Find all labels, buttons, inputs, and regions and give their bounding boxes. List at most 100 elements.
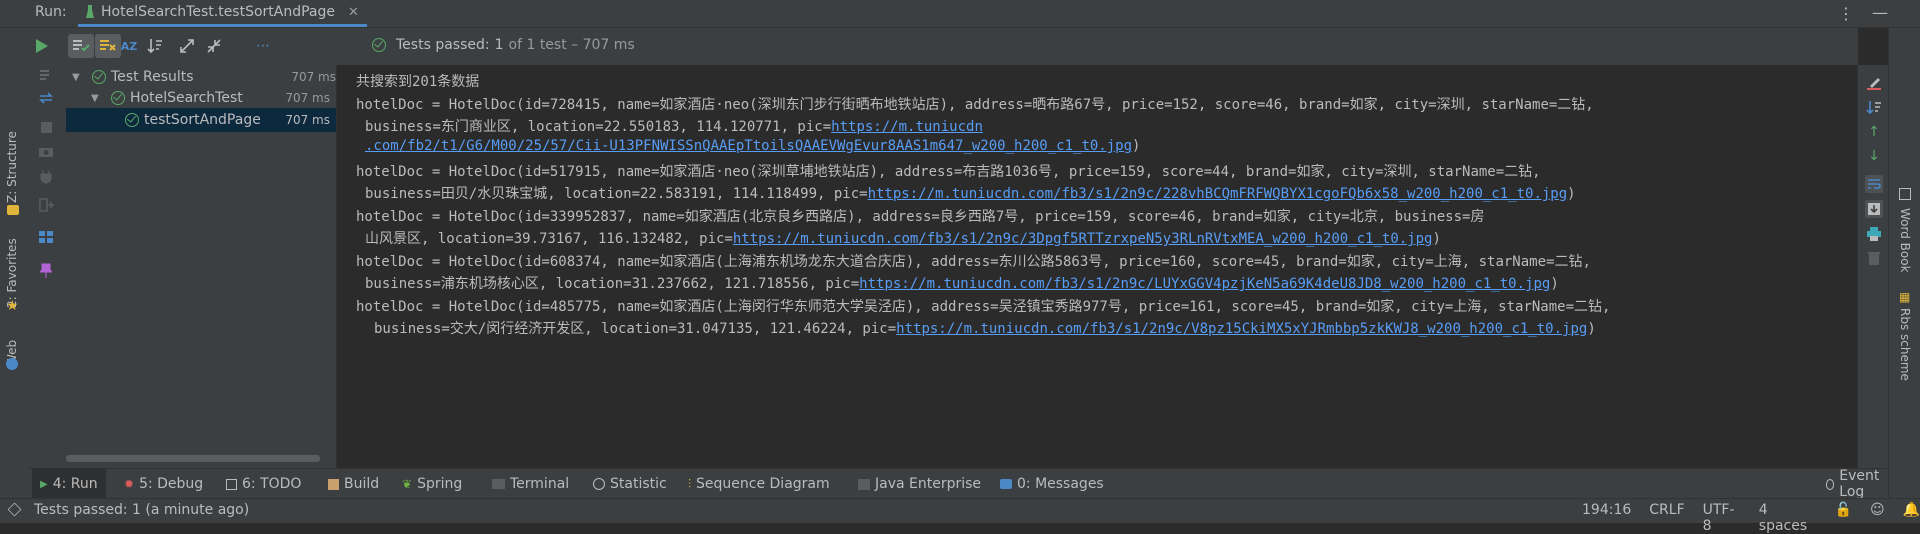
structure-label: Z: Structure bbox=[5, 131, 19, 203]
tab-spring[interactable]: ❦ Spring bbox=[394, 469, 470, 499]
tree-row-time: 707 ms bbox=[285, 91, 330, 105]
stop-icon bbox=[40, 121, 52, 133]
passed-check-icon bbox=[125, 113, 139, 127]
todo-icon bbox=[226, 478, 237, 490]
sequence-diagram-icon: ⫶ bbox=[688, 476, 692, 491]
soft-wrap-toggle[interactable] bbox=[1865, 175, 1883, 193]
image-link[interactable]: https://m.tuniucdn bbox=[831, 119, 983, 135]
tab-build[interactable]: Build bbox=[320, 469, 387, 499]
console-line: hotelDoc = HotelDoc(id=728415, name=如家酒店… bbox=[356, 97, 1594, 113]
run-window-header: Run: HotelSearchTest.testSortAndPage ✕ ⋮… bbox=[0, 0, 1920, 28]
tab-java-enterprise[interactable]: Java Enterprise bbox=[850, 469, 989, 499]
run-config-tab[interactable]: HotelSearchTest.testSortAndPage ✕ bbox=[78, 0, 367, 27]
lock-icon[interactable]: 🔓 bbox=[1835, 502, 1852, 534]
notifications-icon[interactable]: 🔔 bbox=[1903, 502, 1920, 534]
status-prefix: Tests passed: bbox=[396, 37, 490, 53]
next-occurrence-button[interactable]: ↓ bbox=[1865, 147, 1883, 165]
layout-icon bbox=[39, 231, 53, 243]
pin-tab-button[interactable] bbox=[36, 261, 56, 281]
status-count: 1 bbox=[494, 37, 504, 53]
pin-icon bbox=[40, 263, 52, 278]
screenshot-button[interactable] bbox=[36, 141, 56, 161]
messages-icon bbox=[1000, 479, 1012, 489]
indent-setting[interactable]: 4 spaces bbox=[1759, 502, 1817, 534]
image-link[interactable]: https://m.tuniucdn.com/fb3/s1/2n9c/3Dpgf… bbox=[733, 231, 1433, 247]
console-line: 共搜索到201条数据 bbox=[356, 74, 480, 90]
caret-position[interactable]: 194:16 bbox=[1582, 502, 1631, 534]
expand-all-icon bbox=[180, 39, 194, 53]
tree-row-time: 707 ms bbox=[291, 70, 336, 84]
rbs-scheme-tool-button[interactable]: Rbs scheme bbox=[1898, 308, 1912, 381]
tab-debug[interactable]: ✹ 5: Debug bbox=[116, 469, 211, 499]
passed-check-icon bbox=[372, 38, 386, 52]
previous-occurrence-button[interactable]: ↑ bbox=[1865, 123, 1883, 141]
line-separator[interactable]: CRLF bbox=[1649, 502, 1684, 534]
close-icon[interactable]: ✕ bbox=[348, 5, 359, 20]
tab-label: 4: Run bbox=[52, 476, 98, 492]
word-book-label: Word Book bbox=[1898, 208, 1912, 273]
stop-button[interactable] bbox=[36, 117, 56, 137]
dump-threads-button[interactable] bbox=[36, 167, 56, 187]
sort-by-duration-button[interactable] bbox=[142, 34, 168, 58]
exit-button[interactable] bbox=[36, 195, 56, 215]
plug-icon bbox=[40, 170, 52, 184]
tab-statistic[interactable]: Statistic bbox=[585, 469, 675, 499]
image-link[interactable]: https://m.tuniucdn.com/fb3/s1/2n9c/LUYxG… bbox=[859, 276, 1550, 292]
memory-indicator-icon[interactable]: ☺ bbox=[1870, 502, 1885, 534]
more-toolbar-button[interactable]: ⋯ bbox=[250, 34, 276, 58]
toggle-auto-test-button[interactable] bbox=[36, 88, 56, 108]
image-link[interactable]: https://m.tuniucdn.com/fb3/s1/2n9c/V8pz1… bbox=[896, 321, 1587, 337]
scroll-to-end-toggle[interactable] bbox=[1865, 200, 1883, 218]
tree-row-hotel-search-test[interactable]: ▼ HotelSearchTest 707 ms bbox=[66, 86, 336, 110]
console-line: .com/fb2/t1/G6/M00/25/57/Cii-U13PFNWISSn… bbox=[365, 138, 1141, 154]
clear-all-button[interactable] bbox=[1865, 73, 1883, 91]
more-options-icon[interactable]: ⋮ bbox=[1838, 4, 1854, 23]
sort-alphabetically-button[interactable]: AZ bbox=[116, 34, 142, 58]
tab-label: Spring bbox=[417, 476, 463, 492]
show-ignored-icon bbox=[100, 40, 116, 51]
structure-tool-button[interactable]: Z: Structure bbox=[5, 131, 19, 203]
tab-sequence-diagram[interactable]: ⫶ Sequence Diagram bbox=[680, 469, 838, 499]
status-toggle-icon[interactable] bbox=[7, 502, 22, 517]
print-button[interactable] bbox=[1865, 225, 1883, 243]
event-log-icon bbox=[1826, 478, 1835, 490]
test-results-tree: ▼ Test Results 707 ms ▼ HotelSearchTest … bbox=[66, 65, 337, 468]
image-link[interactable]: https://m.tuniucdn.com/fb3/s1/2n9c/228vh… bbox=[868, 186, 1568, 202]
clear-icon bbox=[1867, 78, 1881, 90]
expand-arrow-icon[interactable]: ▼ bbox=[72, 72, 84, 83]
word-book-tool-button[interactable]: Word Book bbox=[1898, 208, 1912, 273]
trash-button[interactable] bbox=[1865, 249, 1883, 267]
minimize-icon[interactable]: — bbox=[1872, 3, 1888, 22]
expand-arrow-icon[interactable]: ▼ bbox=[91, 93, 103, 104]
tab-messages[interactable]: 0: Messages bbox=[992, 469, 1112, 499]
expand-all-button[interactable] bbox=[174, 34, 200, 58]
tree-row-test-sort-and-page[interactable]: testSortAndPage 707 ms bbox=[66, 108, 336, 132]
rerun-button[interactable] bbox=[29, 34, 55, 58]
tab-terminal[interactable]: Terminal bbox=[484, 469, 577, 499]
console-line: hotelDoc = HotelDoc(id=339952837, name=如… bbox=[356, 209, 1485, 225]
image-link[interactable]: .com/fb2/t1/G6/M00/25/57/Cii-U13PFNWISSn… bbox=[365, 138, 1132, 154]
file-encoding[interactable]: UTF-8 bbox=[1703, 502, 1741, 534]
event-log-button[interactable]: Event Log bbox=[1826, 468, 1888, 500]
show-passed-toggle[interactable] bbox=[68, 34, 94, 58]
console-line: business=浦东机场核心区, location=31.237662, 12… bbox=[365, 276, 1559, 292]
arrow-up-icon: ↑ bbox=[1868, 124, 1880, 140]
tree-horizontal-scrollbar[interactable] bbox=[66, 455, 320, 462]
console-output[interactable]: 共搜索到201条数据 hotelDoc = HotelDoc(id=728415… bbox=[337, 65, 1857, 468]
camera-icon bbox=[39, 147, 53, 157]
passed-check-icon bbox=[92, 70, 106, 84]
tab-todo[interactable]: 6: TODO bbox=[218, 469, 309, 499]
tests-status: Tests passed: 1 of 1 test – 707 ms bbox=[372, 37, 635, 53]
star-icon: ★ bbox=[6, 298, 19, 314]
play-icon: ▶ bbox=[40, 478, 48, 490]
layout-button[interactable] bbox=[36, 227, 56, 247]
tree-row-label: testSortAndPage bbox=[144, 112, 261, 128]
rerun-failed-button[interactable] bbox=[36, 65, 56, 85]
sort-az-icon: AZ bbox=[120, 39, 138, 53]
status-indicators: 194:16 CRLF UTF-8 4 spaces 🔓 ☺ 🔔 bbox=[1582, 502, 1920, 534]
status-message[interactable]: Tests passed: 1 (a minute ago) bbox=[34, 502, 249, 518]
rbs-scheme-label: Rbs scheme bbox=[1898, 308, 1912, 381]
tab-run[interactable]: ▶ 4: Run bbox=[32, 469, 106, 499]
collapse-all-button[interactable] bbox=[201, 34, 227, 58]
sort-button[interactable] bbox=[1865, 98, 1883, 116]
